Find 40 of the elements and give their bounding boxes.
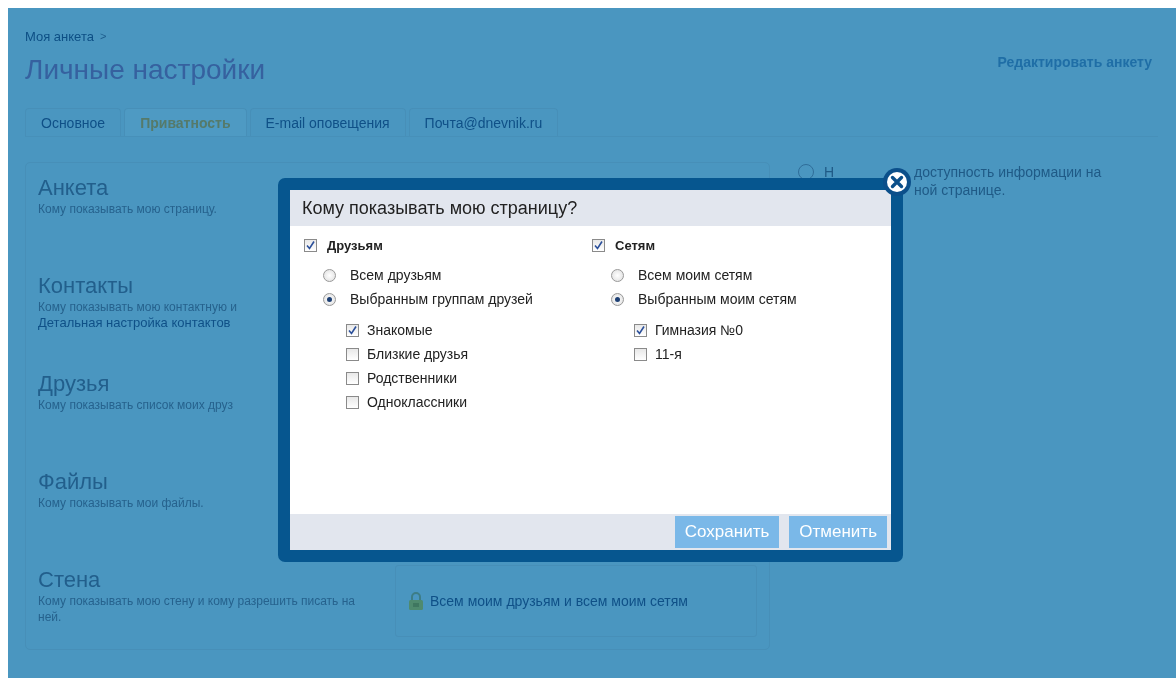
checkbox-label: Одноклассники	[367, 394, 467, 410]
radio-label: Всем друзьям	[350, 267, 442, 283]
dialog-title: Кому показывать мою страницу?	[302, 197, 578, 219]
breadcrumb-separator: >	[99, 30, 107, 42]
checkbox-label: Гимназия №0	[655, 322, 744, 338]
tab[interactable]: Приватность	[124, 108, 247, 136]
checkbox[interactable]	[634, 323, 647, 337]
checkbox[interactable]	[346, 347, 359, 361]
checkbox-label: Друзьям	[327, 238, 383, 253]
radio-button[interactable]	[611, 268, 624, 282]
side-note-text: Н	[824, 164, 835, 180]
checkbox-label: Знакомые	[367, 322, 433, 338]
checkbox[interactable]	[304, 239, 317, 252]
breadcrumb-link[interactable]: Моя анкета	[25, 28, 94, 44]
checkbox[interactable]	[346, 323, 359, 337]
radio-button[interactable]	[611, 292, 624, 306]
radio-label: Выбранным группам друзей	[350, 291, 533, 307]
privacy-setting-link[interactable]: Всем моим друзьям и всем моим сетям	[430, 593, 688, 609]
radio-button[interactable]	[323, 292, 336, 306]
tab[interactable]: Основное	[25, 108, 122, 136]
radio-button[interactable]	[323, 268, 336, 282]
checkbox[interactable]	[634, 347, 647, 361]
checkbox-label: Близкие друзья	[367, 346, 469, 362]
checkbox[interactable]	[592, 239, 605, 252]
dialog-button[interactable]: Сохранить	[674, 516, 780, 548]
radio-label: Всем моим сетям	[638, 267, 753, 283]
checkbox[interactable]	[346, 395, 359, 409]
tab[interactable]: Почта@dnevnik.ru	[408, 108, 559, 136]
checkbox-label: Сетям	[615, 238, 655, 253]
lock-icon	[408, 592, 424, 610]
side-note-text: доступность информации на	[914, 163, 1102, 181]
tab[interactable]: E-mail оповещения	[249, 108, 406, 136]
dialog-button[interactable]: Отменить	[789, 516, 887, 548]
checkbox[interactable]	[346, 371, 359, 385]
radio-label: Выбранным моим сетям	[638, 291, 797, 307]
checkbox-label: Родственники	[367, 370, 458, 386]
checkbox-label: 11-я	[655, 346, 682, 362]
side-note-text: ной странице.	[914, 181, 1007, 199]
contacts-settings-link[interactable]: Детальная настройка контактов	[38, 315, 278, 330]
close-icon[interactable]	[883, 168, 911, 196]
